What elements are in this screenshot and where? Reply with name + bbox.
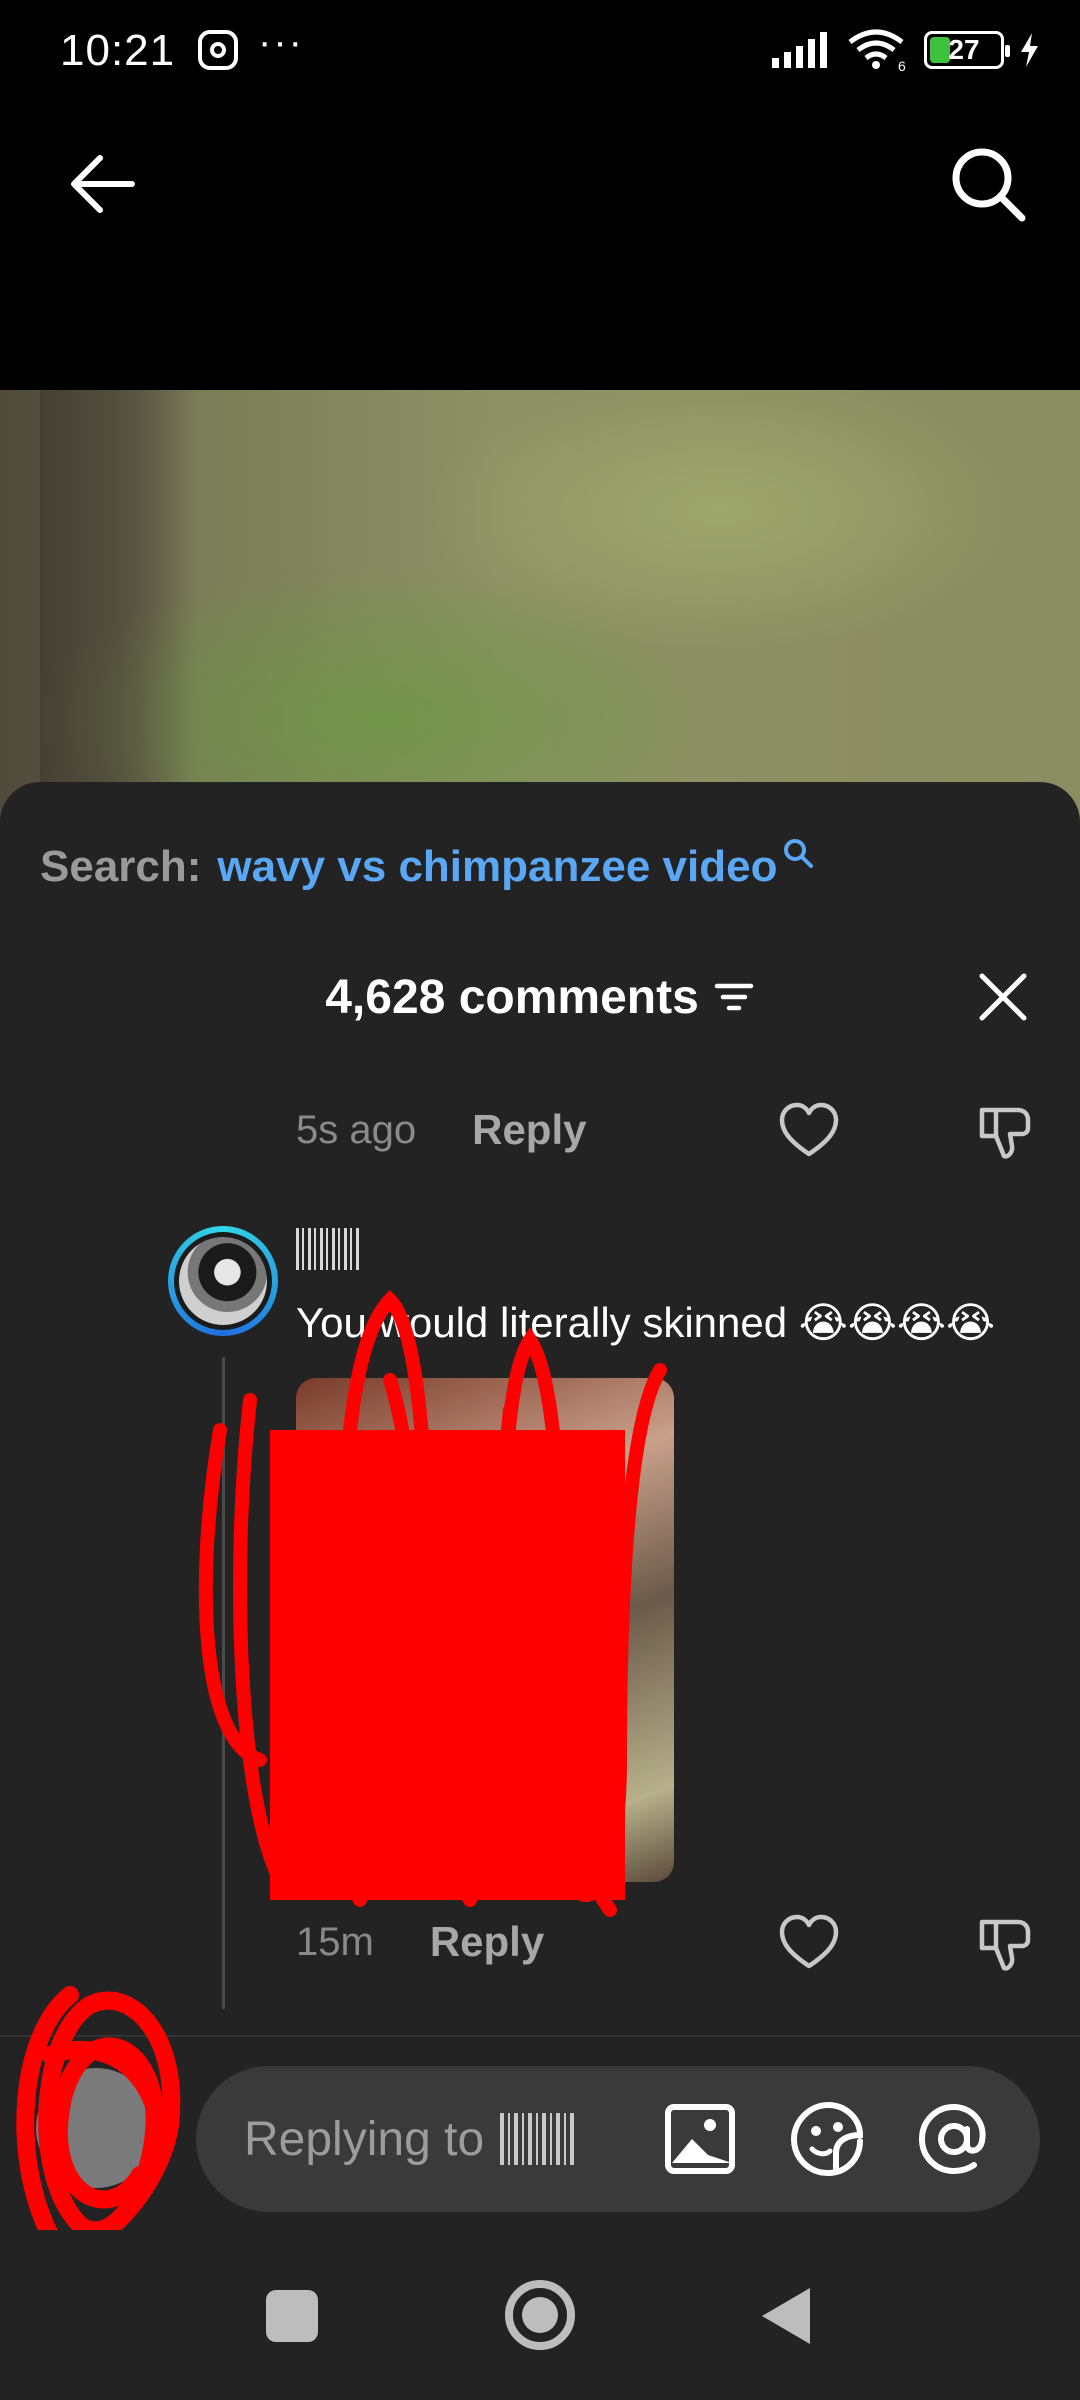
recents-icon[interactable] xyxy=(266,2290,318,2342)
comments-count: 4,628 comments xyxy=(325,970,699,1024)
related-search[interactable]: Search: wavy vs chimpanzee video xyxy=(40,839,815,892)
sticker-icon[interactable] xyxy=(790,2101,866,2177)
status-indicators: 6 27 xyxy=(770,28,1040,72)
comments-header: 4,628 comments xyxy=(0,962,1080,1032)
reply-input[interactable]: Replying to xyxy=(196,2066,1040,2212)
search-prefix: Search: xyxy=(40,842,202,891)
sort-icon[interactable] xyxy=(713,978,755,1016)
search-small-icon xyxy=(784,839,814,868)
charging-icon xyxy=(1021,33,1038,67)
username-redacted[interactable] xyxy=(296,1228,362,1270)
wifi-icon: 6 xyxy=(848,29,906,72)
close-icon[interactable] xyxy=(976,970,1030,1024)
mention-icon[interactable] xyxy=(916,2101,992,2177)
redaction-scribble xyxy=(198,1290,667,1917)
back-arrow-icon[interactable] xyxy=(62,144,142,224)
video-player[interactable] xyxy=(0,390,1080,830)
battery-icon: 27 xyxy=(924,31,1010,69)
nav-back-icon[interactable] xyxy=(762,2288,810,2344)
top-nav xyxy=(0,100,1080,626)
status-more: ··· xyxy=(258,20,304,64)
battery-level: 27 xyxy=(948,34,980,65)
comment-time: 5s ago xyxy=(296,1107,417,1152)
reply-placeholder[interactable]: Replying to xyxy=(244,2066,577,2212)
instagram-icon xyxy=(198,30,238,70)
heart-icon[interactable] xyxy=(778,1100,840,1162)
signal-icon xyxy=(772,32,827,68)
comment-meta: 5s ago Reply xyxy=(296,1100,586,1160)
reply-username-redacted xyxy=(500,2113,577,2165)
reply-placeholder-text: Replying to xyxy=(244,2112,485,2166)
status-time: 10:21 xyxy=(60,26,176,75)
home-icon[interactable] xyxy=(505,2280,575,2350)
image-icon[interactable] xyxy=(662,2101,738,2177)
status-bar: 10:21 ··· 6 27 xyxy=(0,0,1080,100)
heart-icon[interactable] xyxy=(778,1912,840,1974)
search-query-link[interactable]: wavy vs chimpanzee video xyxy=(217,842,777,892)
dislike-icon[interactable] xyxy=(974,1100,1036,1162)
network-label: 6 xyxy=(898,58,906,72)
reply-button[interactable]: Reply xyxy=(472,1106,586,1154)
android-nav-bar xyxy=(0,2230,1080,2400)
search-icon[interactable] xyxy=(946,142,1030,226)
dislike-icon[interactable] xyxy=(974,1912,1036,1974)
